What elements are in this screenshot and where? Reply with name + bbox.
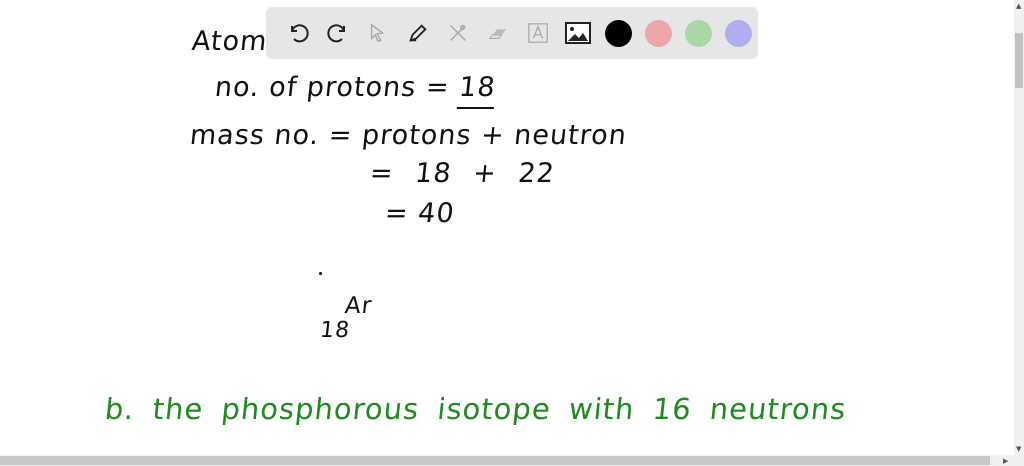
- drawing-toolbar: [266, 7, 758, 59]
- note-line-mass: mass no. = protons + neutron: [188, 120, 629, 151]
- note-heading: Atom: [190, 26, 270, 57]
- element-symbol: Ar: [343, 293, 374, 319]
- protons-label: no. of protons =: [213, 72, 461, 103]
- ink-dot: [319, 272, 322, 275]
- symbol-subscript: 18: [318, 318, 352, 343]
- vertical-scroll-thumb[interactable]: [1015, 33, 1023, 88]
- undo-icon[interactable]: [278, 13, 318, 53]
- color-swatch: [644, 19, 672, 47]
- image-icon[interactable]: [558, 13, 598, 53]
- horizontal-scrollbar[interactable]: ▶: [0, 455, 1024, 466]
- color-swatch: [684, 19, 712, 47]
- pen-icon[interactable]: [398, 13, 438, 53]
- tools-icon[interactable]: [438, 13, 478, 53]
- note-line-protons: no. of protons = 18: [213, 72, 498, 109]
- scroll-down-icon[interactable]: ▼: [1016, 445, 1021, 453]
- text-icon[interactable]: [518, 13, 558, 53]
- color-pink[interactable]: [638, 13, 678, 53]
- note-line-sum: = 18 + 22: [368, 158, 557, 189]
- protons-value: 18: [456, 72, 498, 109]
- color-green[interactable]: [678, 13, 718, 53]
- color-swatch: [724, 19, 752, 47]
- horizontal-scroll-thumb[interactable]: [0, 456, 990, 465]
- color-black[interactable]: [598, 13, 638, 53]
- select-icon[interactable]: [358, 13, 398, 53]
- color-swatch: [604, 19, 632, 47]
- note-part-b: b. the phosphorous isotope with 16 neutr…: [103, 392, 849, 426]
- note-line-result: = 40: [383, 198, 457, 229]
- color-purple[interactable]: [718, 13, 758, 53]
- redo-icon[interactable]: [318, 13, 358, 53]
- scroll-right-icon[interactable]: ▶: [1003, 457, 1008, 465]
- scroll-up-icon[interactable]: ▲: [1016, 2, 1021, 10]
- vertical-scrollbar[interactable]: ▲ ▼: [1014, 0, 1024, 455]
- eraser-icon[interactable]: [478, 13, 518, 53]
